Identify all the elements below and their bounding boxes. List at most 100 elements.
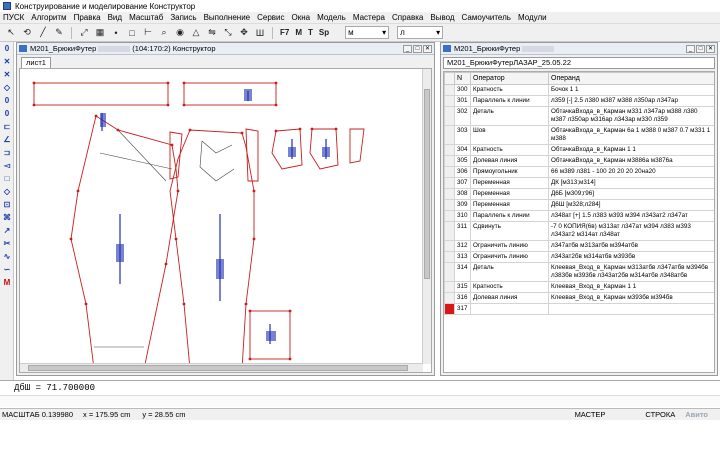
cell-n[interactable]: 303 [454, 125, 471, 145]
cell-operator[interactable]: Переменная [470, 199, 549, 211]
cell-operand[interactable]: Клеевая_Вход_в_Карман 1 1 [548, 281, 714, 293]
menu-service[interactable]: Сервис [257, 13, 284, 22]
tool-circle-icon[interactable]: 0 [0, 94, 14, 107]
table-row[interactable]: 313 Ограничить линию л343ат2бв м314атбв м3… [444, 251, 714, 263]
cell-operand[interactable]: Д6Ш [м328;л284] [548, 199, 714, 211]
table-row[interactable]: 303 Шов ОбтачкаВхода_в_Карман 6а 1 м388 0 … [444, 125, 714, 145]
pattern-drawing[interactable] [20, 69, 423, 371]
table-row[interactable]: 301 Параллель к линии л359 [-] 2.5 л380 м3… [444, 95, 714, 107]
table-row[interactable]: 305 Долевая линия ОбтачкаВхода_в_Карман м3… [444, 155, 714, 167]
cell-n[interactable]: 307 [454, 177, 471, 189]
cell-operator[interactable]: Долевая линия [470, 155, 549, 167]
drawing-horizontal-scrollbar[interactable] [20, 363, 423, 372]
minimize-icon[interactable]: _ [686, 44, 695, 53]
tool-bracket-icon[interactable]: ⊐ [0, 146, 14, 159]
table-row[interactable]: 310 Параллель к линии л348ат [+] 1.5 л383 … [444, 210, 714, 222]
menu-tutorial[interactable]: Самоучитель [462, 13, 511, 22]
tool-wave-icon[interactable]: ∽ [0, 263, 14, 276]
row-marker[interactable] [444, 210, 455, 222]
cell-n[interactable]: 300 [454, 84, 471, 96]
maximize-icon[interactable]: □ [413, 44, 422, 53]
cell-operand[interactable]: ОбтачкаВхода_в_Карман 6а 1 м388 0 м387 0… [548, 125, 714, 145]
row-marker[interactable] [444, 106, 455, 126]
cell-operand[interactable]: л359 [-] 2.5 л380 м387 м388 л350ар л347а… [548, 95, 714, 107]
menu-edit[interactable]: Правка [74, 13, 101, 22]
row-marker[interactable] [444, 251, 455, 263]
row-marker[interactable] [444, 221, 455, 241]
table-row[interactable]: 311 Сдвинуть -7 0 КОПИЯ(6в) м313ат л347ат … [444, 221, 714, 241]
tool-box-icon[interactable]: ⊡ [0, 198, 14, 211]
cell-operand[interactable]: л348ат [+] 1.5 л383 м393 м394 л343ат2 л3… [548, 210, 714, 222]
table-row[interactable]: 317 [444, 303, 714, 315]
cell-n[interactable]: 312 [454, 240, 471, 252]
cell-operand[interactable]: ОбтачкаВхода_в_Карман 1 1 [548, 144, 714, 156]
move-icon[interactable]: ✥ [237, 26, 251, 40]
tool-diamond-icon[interactable]: ◇ [0, 81, 14, 94]
cell-operand[interactable]: Д6Б [м309;г96] [548, 188, 714, 200]
cell-n[interactable]: 316 [454, 292, 471, 304]
menu-start[interactable]: ПУСК [3, 13, 24, 22]
cell-operand[interactable]: -7 0 КОПИЯ(6в) м313ат л347ат м394 л383 м… [548, 221, 714, 241]
menu-modules[interactable]: Модули [518, 13, 547, 22]
tab-sheet1[interactable]: лист1 [21, 57, 51, 68]
table-row[interactable]: 302 Деталь ОбтачкаВхода_в_Карман м331 л347… [444, 106, 714, 126]
triangle-icon[interactable]: △ [189, 26, 203, 40]
cell-operand[interactable]: ДК [м313;м314] [548, 177, 714, 189]
menu-scale[interactable]: Масштаб [129, 13, 163, 22]
cell-operator[interactable]: Ограничить линию [470, 251, 549, 263]
tool-bracket-icon[interactable]: ⊏ [0, 120, 14, 133]
menu-record[interactable]: Запись [170, 13, 196, 22]
rotate-icon[interactable]: ⟲ [20, 26, 34, 40]
row-marker[interactable] [444, 84, 455, 96]
cell-operand[interactable]: Клеевая_Вход_в_Карман м393бв м394бв [548, 292, 714, 304]
row-marker[interactable] [444, 177, 455, 189]
pen-icon[interactable]: ✎ [52, 26, 66, 40]
cell-operator[interactable]: Кратность [470, 144, 549, 156]
line-icon[interactable]: ╱ [36, 26, 50, 40]
cell-operand[interactable] [548, 303, 714, 315]
row-marker[interactable] [444, 240, 455, 252]
square-icon[interactable]: □ [125, 26, 139, 40]
menu-execution[interactable]: Выполнение [204, 13, 251, 22]
dot-icon[interactable]: • [109, 26, 123, 40]
scroll-thumb[interactable] [28, 365, 408, 371]
grid-icon[interactable]: ▦ [93, 26, 107, 40]
transform-icon[interactable]: ⤢ [77, 26, 91, 40]
cell-operator[interactable]: Ограничить линию [470, 240, 549, 252]
cell-operator[interactable]: Сдвинуть [470, 221, 549, 241]
close-icon[interactable]: ✕ [706, 44, 715, 53]
tool-circle-icon[interactable]: 0 [0, 107, 14, 120]
zoom-icon[interactable]: ⌕ [157, 26, 171, 40]
menu-help[interactable]: Справка [392, 13, 423, 22]
command-line-area[interactable]: ДбШ = 71.700000 [0, 380, 720, 408]
cell-operator[interactable]: Прямоугольник [470, 166, 549, 178]
eye-icon[interactable]: ◉ [173, 26, 187, 40]
tool-m-icon[interactable]: M [0, 276, 14, 289]
cell-operator[interactable]: Деталь [470, 262, 549, 282]
cell-operand[interactable]: ОбтачкаВхода_в_Карман м331 л347ар м388 л… [548, 106, 714, 126]
tool-point-icon[interactable]: 0 [0, 42, 14, 55]
cell-n[interactable]: 308 [454, 188, 471, 200]
cell-operator[interactable]: Кратность [470, 281, 549, 293]
row-marker[interactable] [444, 188, 455, 200]
cell-n[interactable]: 313 [454, 251, 471, 263]
tool-curve-icon[interactable]: ∿ [0, 250, 14, 263]
cell-n[interactable]: 311 [454, 221, 471, 241]
cell-n[interactable]: 310 [454, 210, 471, 222]
row-marker[interactable] [444, 292, 455, 304]
drawing-canvas[interactable] [19, 68, 432, 373]
cell-operator[interactable]: Параллель к линии [470, 95, 549, 107]
table-row[interactable]: 309 Переменная Д6Ш [м328;л284] [444, 199, 714, 211]
menu-algorithm[interactable]: Алгоритм [31, 13, 66, 22]
minimize-icon[interactable]: _ [403, 44, 412, 53]
cell-n[interactable]: 314 [454, 262, 471, 282]
row-marker[interactable] [444, 125, 455, 145]
tool-triangle-icon[interactable]: ◅ [0, 159, 14, 172]
cell-operand[interactable]: Бочок 1 1 [548, 84, 714, 96]
layer-select[interactable]: л ▾ [397, 26, 444, 39]
row-marker[interactable] [444, 166, 455, 178]
cell-operator[interactable]: Шов [470, 125, 549, 145]
table-row[interactable]: 308 Переменная Д6Б [м309;г96] [444, 188, 714, 200]
menu-windows[interactable]: Окна [292, 13, 311, 22]
tool-square-icon[interactable]: □ [0, 172, 14, 185]
